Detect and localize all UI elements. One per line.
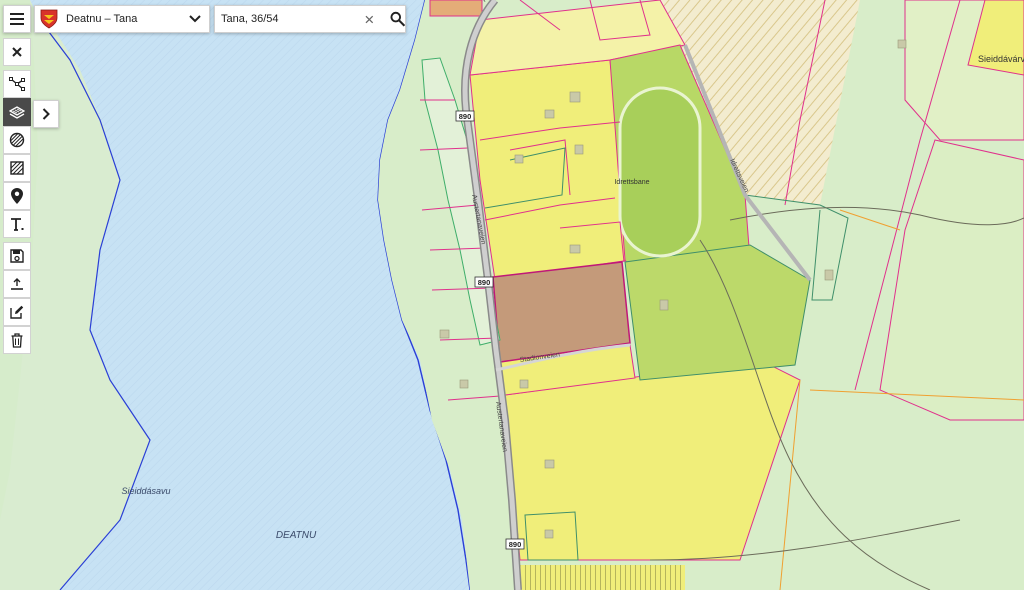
text-tool-button[interactable] — [3, 210, 31, 238]
search-icon[interactable] — [390, 11, 405, 27]
edit-icon — [10, 305, 24, 319]
striped-strip — [520, 565, 685, 590]
hatch-circle-icon — [9, 132, 25, 148]
road-shield-2: 890 — [474, 276, 494, 288]
municipality-shield-icon — [40, 9, 58, 29]
search-input[interactable] — [219, 12, 353, 26]
riverbank-label: Sieiddásavu — [121, 486, 170, 496]
hatch-square-icon — [10, 161, 24, 175]
road-number-label: 890 — [509, 540, 522, 549]
search-bar[interactable] — [214, 5, 406, 33]
expand-toolbar-button[interactable] — [33, 100, 59, 128]
road-shield-1: 890 — [455, 110, 475, 122]
text-tool-icon — [11, 218, 24, 231]
road-number-label: 890 — [459, 112, 472, 121]
drawing-toolbar — [3, 38, 31, 354]
road-number-label: 890 — [478, 278, 491, 287]
close-icon[interactable] — [365, 15, 374, 24]
hatch-square-tool-button[interactable] — [3, 154, 31, 182]
trash-icon — [11, 332, 23, 348]
hamburger-menu-icon — [10, 13, 24, 25]
close-tool-button[interactable] — [3, 38, 31, 66]
menu-button[interactable] — [3, 5, 31, 33]
area-layer-tool-button[interactable] — [3, 98, 31, 126]
close-icon — [12, 47, 22, 57]
save-tool-button[interactable] — [3, 242, 31, 270]
map-pin-icon — [11, 188, 23, 204]
road-shield-3: 890 — [505, 538, 525, 550]
chevron-right-icon — [42, 108, 50, 120]
upload-icon — [11, 278, 23, 290]
top-right-label: Sieiddávárv — [978, 54, 1024, 64]
edit-tool-button[interactable] — [3, 298, 31, 326]
measure-tool-button[interactable] — [3, 70, 31, 98]
map-canvas[interactable]: 890 890 890 DEATNU Sieiddásavu Sieiddává… — [0, 0, 1024, 590]
green-zone-east — [624, 244, 811, 381]
upload-tool-button[interactable] — [3, 270, 31, 298]
stadium-label: Idrettsbane — [614, 179, 649, 186]
hatch-circle-tool-button[interactable] — [3, 126, 31, 154]
municipality-selector[interactable]: Deatnu – Tana — [34, 5, 210, 33]
marker-tool-button[interactable] — [3, 182, 31, 210]
save-icon — [10, 249, 24, 263]
yellow-zone-north — [469, 59, 631, 281]
chevron-down-icon[interactable] — [189, 15, 201, 23]
orange-block — [429, 0, 483, 17]
area-layer-icon — [9, 106, 25, 119]
river-label: DEATNU — [276, 530, 317, 541]
delete-tool-button[interactable] — [3, 326, 31, 354]
municipality-name: Deatnu – Tana — [66, 13, 138, 25]
running-track — [618, 86, 702, 258]
measure-line-icon — [9, 77, 25, 91]
